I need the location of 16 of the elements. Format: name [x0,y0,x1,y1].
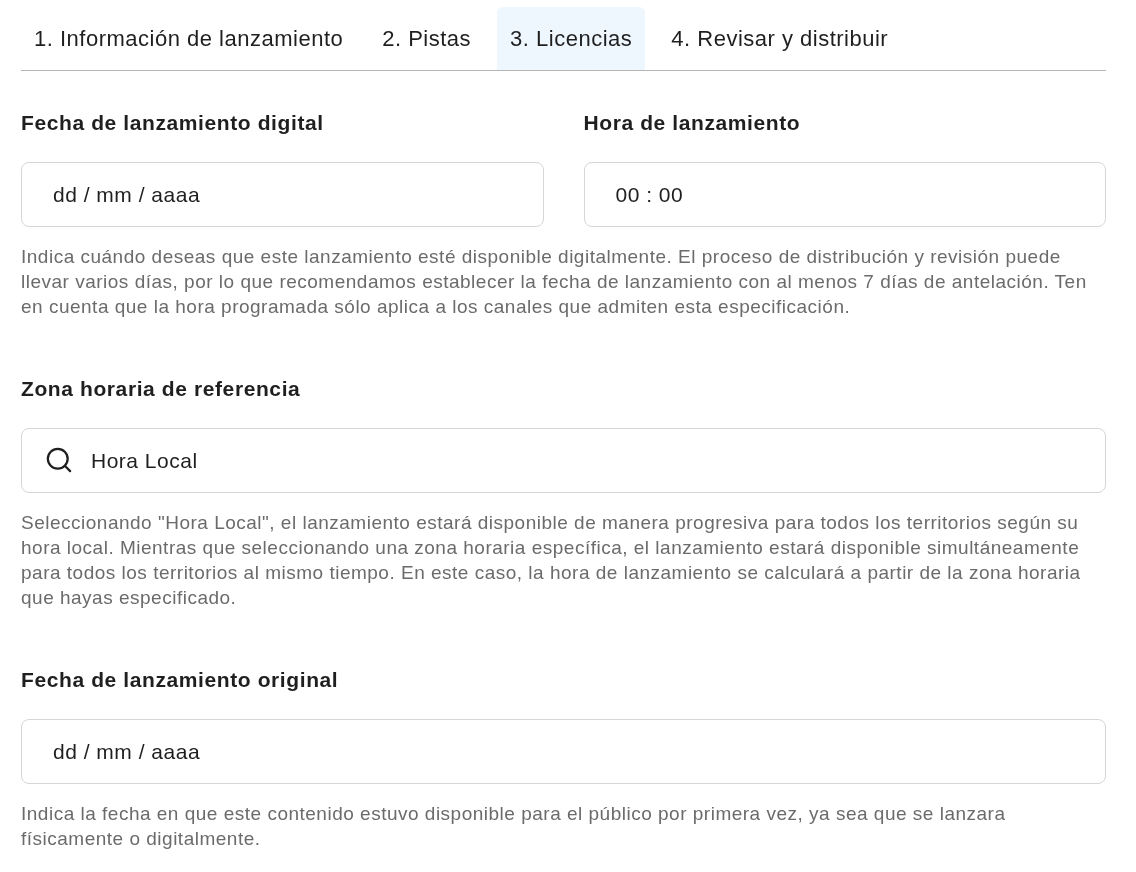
field-label: Fecha de lanzamiento original [21,668,340,692]
help-text: Seleccionando "Hora Local", el lanzamiento estará disponible de manera progresiva para todos los territorios según su hora local. Mientras que seleccionando una zona horaria específica, el lanzamiento estará disponible simultáneamente para todos los territorios al mismo tiempo. En este caso, la hora de lanzamiento se calculará a partir de la zona horaria que hayas especificado. [21,511,1082,610]
date-field[interactable]: dd / mm / aaaa [21,719,1106,784]
tab[interactable]: 4. Revisar y distribuir [658,7,902,70]
help-text: Indica cuándo deseas que este lanzamiento esté disponible digitalmente. El proceso de distribución y revisión puede llevar varios días, por lo que recomendamos establecer la fecha de lanzamiento con al menos 7 días de antelación. Ten en cuenta que la hora programada sólo aplica a los canales que admiten esta especificación. [21,245,1088,319]
date-field[interactable]: dd / mm / aaaa [21,162,544,227]
help-text: Indica la fecha en que este contenido estuvo disponible para el público por primera vez, ya sea que se lanzara físicamente o digitalmente. [21,802,1007,851]
field-label: Hora de lanzamiento [583,111,802,135]
tab[interactable]: 3. Licencias [497,7,646,70]
search-icon [46,447,72,473]
tab[interactable]: 2. Pistas [369,7,485,70]
time-field[interactable]: 00 : 00 [583,162,1106,227]
field-label: Fecha de lanzamiento digital [21,111,325,135]
field-label: Zona horaria de referencia [21,377,302,401]
search-field[interactable]: Hora Local [21,428,1106,493]
tab[interactable]: 1. Información de lanzamiento [21,7,357,70]
